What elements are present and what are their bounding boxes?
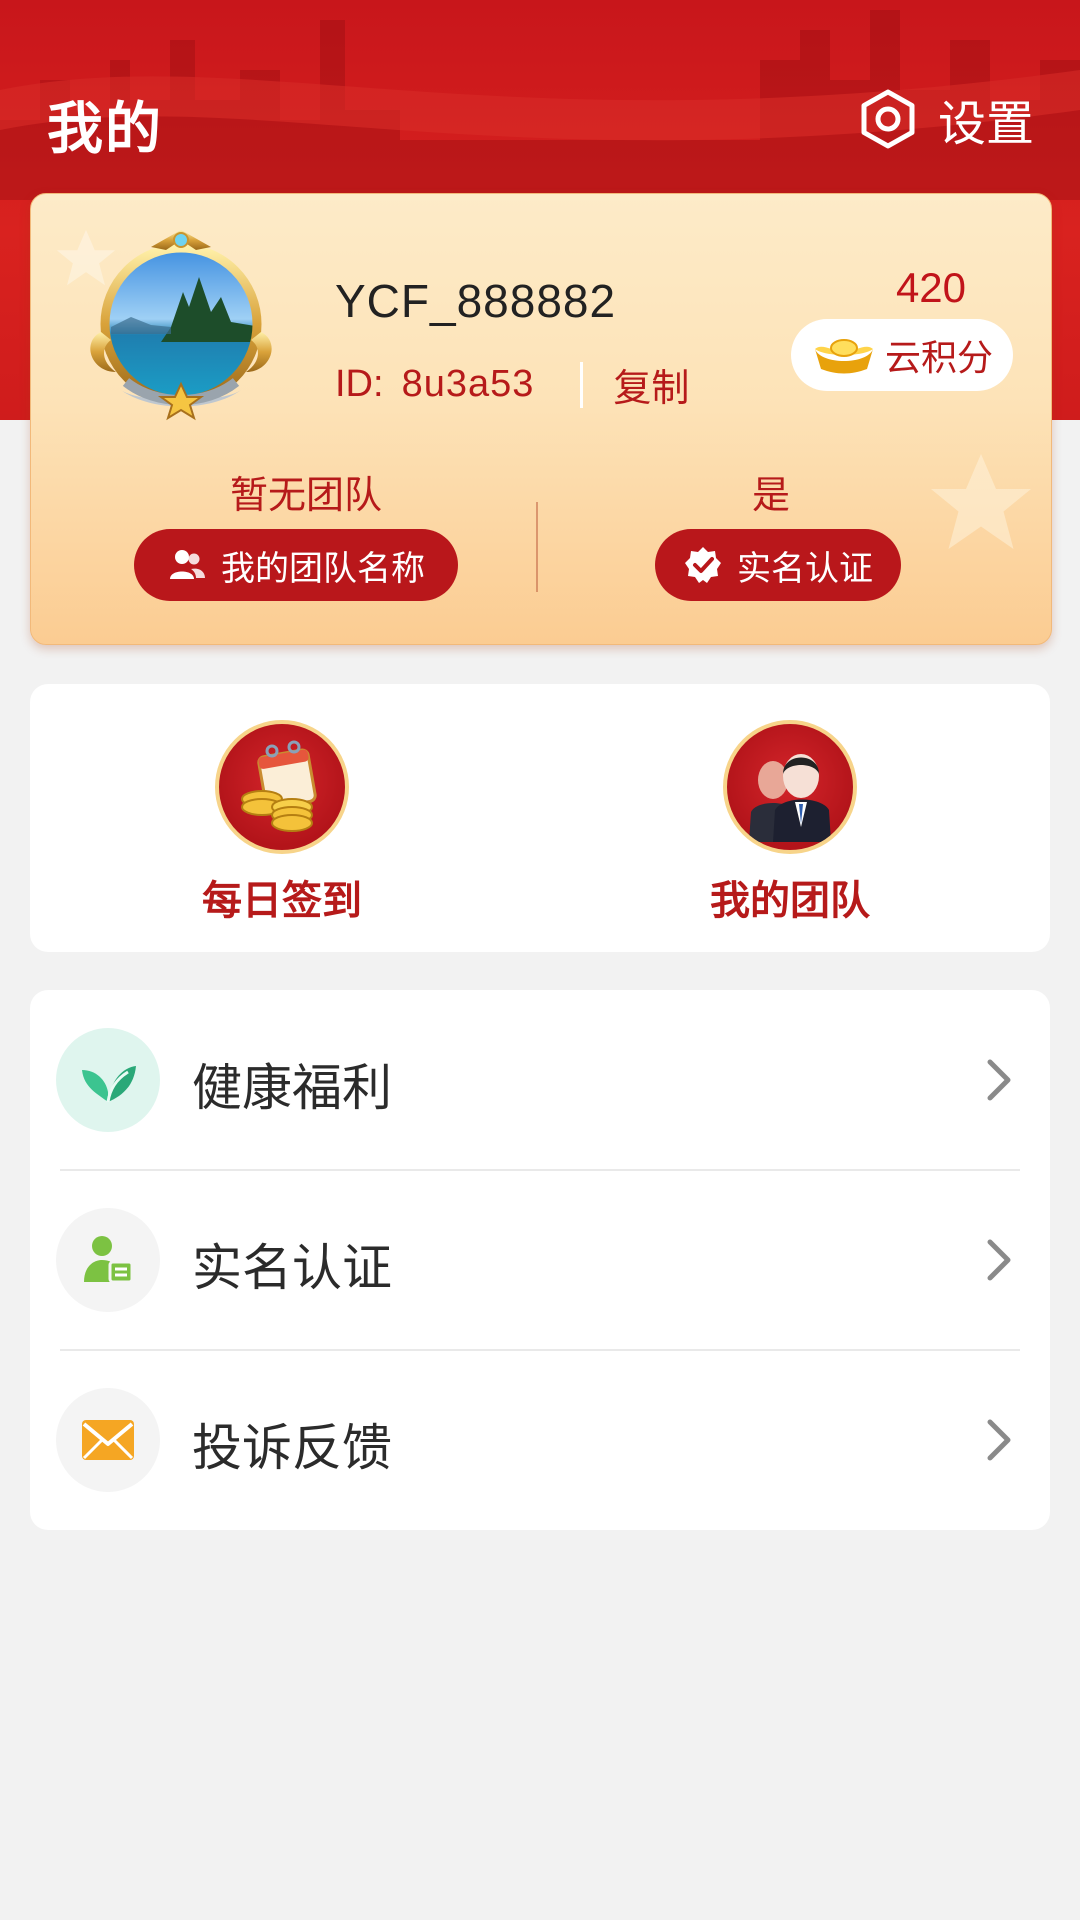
team-people-icon [723,720,857,854]
avatar-frame-image [90,230,272,421]
username: YCF_888882 [335,275,617,327]
chevron-right-icon [987,1059,1011,1101]
points-value: 420 [895,264,967,311]
quick-actions-card: 每日签到 我的团队 [30,684,1050,952]
page-title: 我的 [47,97,163,162]
divider [536,502,538,592]
daily-checkin-button[interactable]: 每日签到 [152,720,412,926]
my-team-name-button[interactable]: 我的团队名称 [134,529,458,601]
realname-auth-label: 实名认证 [737,548,873,589]
daily-checkin-label: 每日签到 [202,878,362,924]
my-team-label: 我的团队 [710,878,870,924]
points-button[interactable]: 云积分 [791,319,1013,391]
decor-star-icon [931,454,1031,549]
user-id-value: 8u3a53 [401,363,535,405]
menu-list: 健康福利 实名认证 投诉反馈 [30,990,1050,1530]
settings-label: 设置 [937,96,1034,152]
avatar[interactable] [71,222,291,432]
id-card-person-icon [56,1208,160,1312]
team-status: 暂无团队 [229,473,382,517]
gold-ingot-icon [814,339,873,374]
menu-item-complaint-feedback[interactable]: 投诉反馈 [30,1350,1050,1530]
users-icon [170,550,205,579]
chevron-right-icon [987,1239,1011,1281]
my-team-name-label: 我的团队名称 [221,548,425,589]
settings-icon [861,89,915,149]
user-id-row: ID: 8u3a53 复制 [335,357,689,412]
copy-id-button[interactable]: 复制 [613,357,689,412]
menu-item-label: 健康福利 [192,1059,392,1117]
realname-status: 是 [751,473,790,517]
realname-auth-button[interactable]: 实名认证 [655,529,901,601]
verified-badge-icon [685,547,721,583]
my-team-button[interactable]: 我的团队 [660,720,920,926]
leaf-icon [56,1028,160,1132]
profile-card: YCF_888882 ID: 8u3a53 复制 420 云积分 暂无团队 是 … [30,193,1052,645]
menu-item-label: 投诉反馈 [192,1419,392,1477]
divider [580,361,584,408]
settings-button[interactable]: 设置 [858,84,1034,154]
calendar-coins-icon [215,720,349,854]
chevron-right-icon [987,1419,1011,1461]
menu-item-realname-auth[interactable]: 实名认证 [30,1170,1050,1350]
user-id-label: ID: [335,363,384,405]
envelope-icon [56,1388,160,1492]
points-label: 云积分 [884,338,993,379]
menu-item-health-benefits[interactable]: 健康福利 [30,990,1050,1170]
menu-item-label: 实名认证 [192,1239,392,1297]
